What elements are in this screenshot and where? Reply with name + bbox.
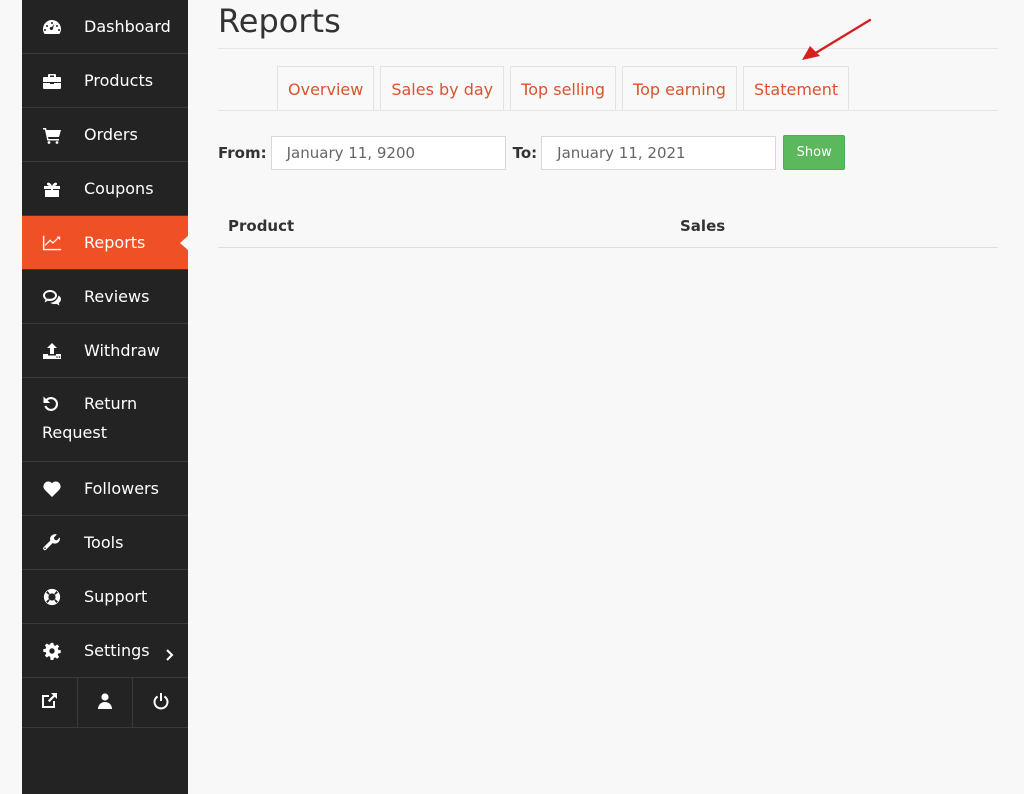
- heart-icon: [42, 479, 66, 499]
- sidebar: Dashboard Products Orders Coupons Report…: [22, 0, 189, 794]
- sidebar-item-label: Withdraw: [84, 341, 160, 360]
- sidebar-item-reviews[interactable]: Reviews: [22, 270, 188, 324]
- comments-icon: [42, 287, 66, 307]
- from-label: From:: [218, 143, 267, 162]
- tab-top-earning[interactable]: Top earning: [622, 66, 737, 111]
- tab-statement[interactable]: Statement: [742, 66, 850, 111]
- sidebar-item-label: Return: [84, 394, 138, 413]
- sidebar-item-orders[interactable]: Orders: [22, 108, 188, 162]
- report-tabs: Overview Sales by day Top selling Top ea…: [277, 66, 850, 111]
- sidebar-item-label: Dashboard: [84, 17, 171, 36]
- title-divider: [218, 48, 998, 49]
- lifebuoy-icon: [42, 587, 66, 607]
- sidebar-item-reports[interactable]: Reports: [22, 216, 189, 270]
- logout-button[interactable]: [133, 678, 188, 727]
- user-icon: [96, 692, 114, 714]
- sidebar-item-label-line2: Request: [42, 423, 107, 442]
- show-button[interactable]: Show: [783, 135, 846, 170]
- sidebar-item-coupons[interactable]: Coupons: [22, 162, 188, 216]
- sidebar-item-followers[interactable]: Followers: [22, 462, 188, 516]
- undo-icon: [42, 394, 66, 414]
- sidebar-item-settings[interactable]: Settings: [22, 624, 188, 678]
- sidebar-item-withdraw[interactable]: Withdraw: [22, 324, 188, 378]
- sidebar-item-label: Followers: [84, 479, 159, 498]
- sidebar-item-label: Reports: [84, 233, 146, 252]
- chevron-right-icon: [164, 646, 174, 661]
- sidebar-item-tools[interactable]: Tools: [22, 516, 188, 570]
- profile-button[interactable]: [78, 678, 134, 727]
- table-header: Product Sales: [218, 206, 998, 248]
- from-date-input[interactable]: January 11, 9200: [270, 135, 506, 170]
- sidebar-item-return-request[interactable]: Return Request: [22, 378, 188, 462]
- date-filter: From: January 11, 9200 To: January 11, 2…: [218, 135, 846, 170]
- sidebar-item-label: Coupons: [84, 179, 154, 198]
- briefcase-icon: [42, 71, 66, 91]
- sidebar-bottom-bar: [22, 678, 188, 728]
- sidebar-item-label: Support: [84, 587, 148, 606]
- gear-icon: [42, 641, 66, 661]
- line-chart-icon: [42, 233, 66, 253]
- tab-overview[interactable]: Overview: [277, 66, 375, 111]
- sidebar-item-dashboard[interactable]: Dashboard: [22, 0, 188, 54]
- visit-store-button[interactable]: [22, 678, 78, 727]
- dashboard-icon: [42, 17, 66, 37]
- cart-icon: [42, 125, 66, 145]
- column-header-product: Product: [228, 217, 295, 235]
- sidebar-item-label: Reviews: [84, 287, 150, 306]
- main-content: Reports Overview Sales by day Top sellin…: [218, 0, 998, 248]
- sidebar-item-label: Orders: [84, 125, 138, 144]
- sidebar-item-label: Products: [84, 71, 154, 90]
- tabs-divider: [218, 110, 998, 111]
- gift-icon: [42, 179, 66, 199]
- sidebar-item-products[interactable]: Products: [22, 54, 188, 108]
- sidebar-item-support[interactable]: Support: [22, 570, 188, 624]
- tab-top-selling[interactable]: Top selling: [510, 66, 617, 111]
- to-label: To:: [512, 143, 538, 162]
- sidebar-item-label: Tools: [84, 533, 124, 552]
- wrench-icon: [42, 533, 66, 553]
- power-icon: [152, 692, 170, 714]
- column-header-sales: Sales: [680, 217, 726, 235]
- page-title: Reports: [218, 2, 341, 40]
- to-date-input[interactable]: January 11, 2021: [541, 135, 777, 170]
- tab-sales-by-day[interactable]: Sales by day: [380, 66, 505, 111]
- sidebar-item-label: Settings: [84, 641, 150, 660]
- external-link-icon: [40, 692, 58, 714]
- red-annotation-arrow: [802, 18, 872, 60]
- upload-icon: [42, 341, 66, 361]
